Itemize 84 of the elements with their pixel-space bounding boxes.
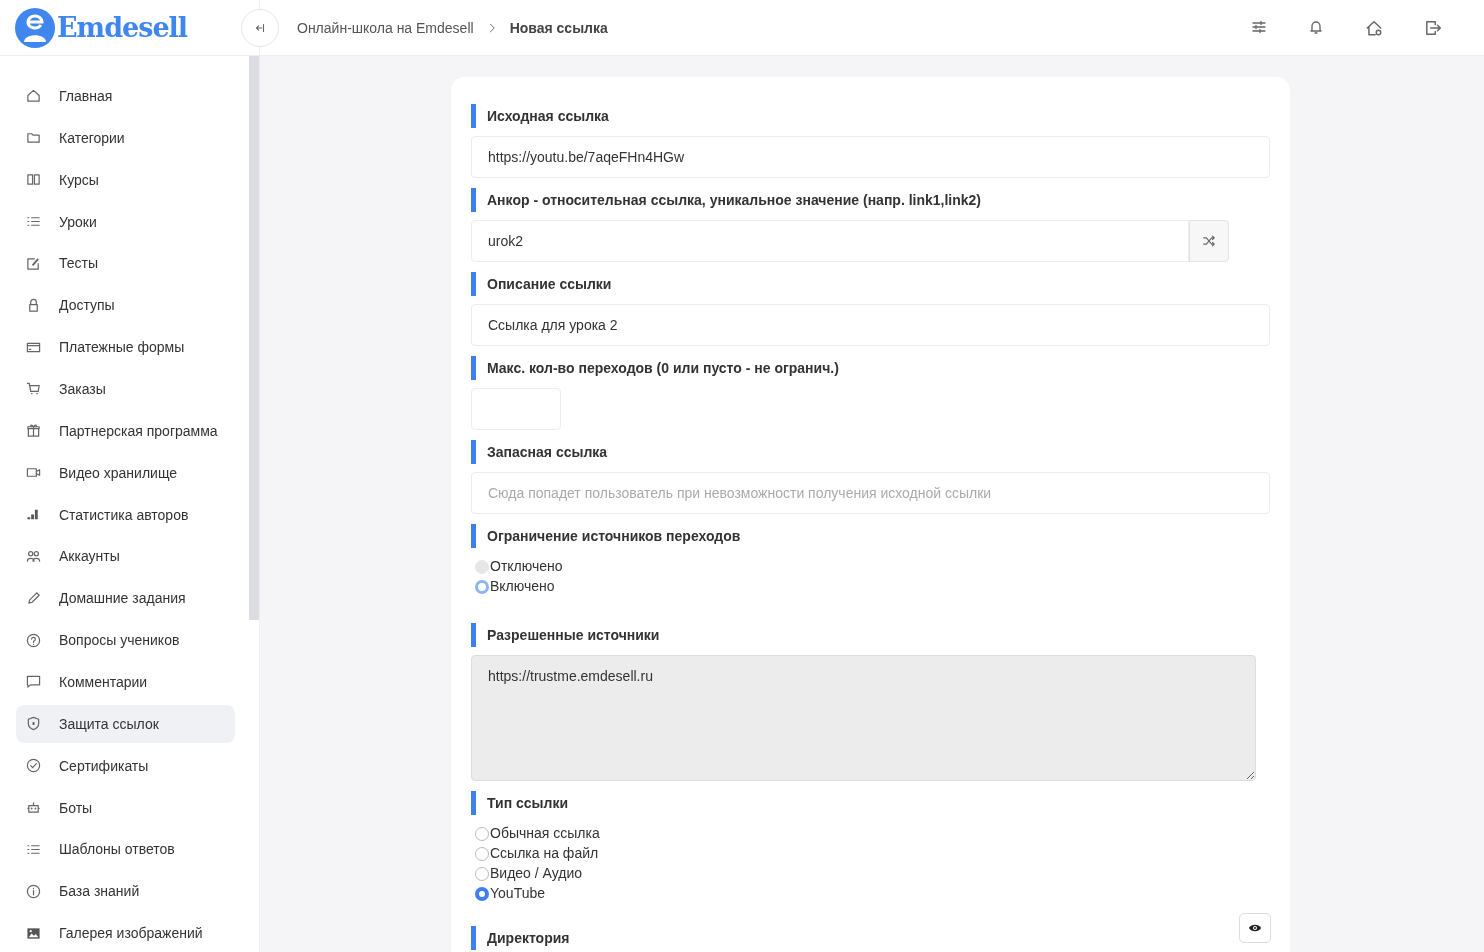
notifications-button[interactable]: [1308, 18, 1324, 37]
radio-button[interactable]: [475, 867, 489, 881]
field-label: Исходная ссылка: [487, 108, 609, 124]
sidebar-item[interactable]: Категории: [16, 118, 235, 157]
field-label: Тип ссылки: [487, 795, 568, 811]
sidebar-item[interactable]: Главная: [16, 77, 235, 115]
sidebar-item[interactable]: Домашние задания: [16, 579, 235, 618]
sliders-icon: [1251, 18, 1267, 35]
sidebar-item[interactable]: Аккаунты: [16, 537, 235, 576]
label-accent-bar: [471, 440, 476, 464]
book-icon: [26, 172, 41, 188]
logo-text: Emdesell: [57, 12, 188, 43]
label-accent-bar: [471, 791, 476, 815]
home-gear-icon: [1365, 18, 1383, 37]
current-page-title: Новая ссылка: [509, 19, 608, 36]
label-accent-bar: [471, 272, 476, 296]
field-label: Ограничение источников переходов: [487, 528, 741, 544]
input-field[interactable]: Сюда попадет пользователь при невозможности получения исходной ссылки: [471, 472, 1270, 514]
sidebar-item[interactable]: Доступы: [16, 286, 235, 325]
sidebar-item[interactable]: Шаблоны ответов: [16, 830, 235, 869]
pencil-icon: [26, 590, 41, 606]
label-accent-bar: [471, 104, 476, 128]
sidebar-item[interactable]: Партнерская программа: [16, 411, 235, 450]
sidebar-item[interactable]: Боты: [16, 788, 235, 827]
sidebar-item[interactable]: Заказы: [16, 370, 235, 408]
input-field[interactable]: urok2: [471, 220, 1189, 262]
gift-icon: [26, 423, 41, 439]
scrollbar-thumb[interactable]: [249, 56, 259, 620]
radio-label[interactable]: Обычная ссылка: [490, 825, 600, 841]
visibility-button[interactable]: [1239, 913, 1271, 943]
sidebar-item[interactable]: Уроки: [16, 202, 235, 241]
edit-icon: [26, 255, 41, 271]
label-accent-bar: [471, 524, 476, 548]
shuffle-button[interactable]: [1189, 220, 1229, 262]
check-circle-icon: [26, 758, 41, 774]
field-label: Описание ссылки: [487, 276, 612, 292]
sidebar-item[interactable]: Курсы: [16, 160, 235, 199]
input-field[interactable]: https://youtu.be/7aqeFHn4HGw: [471, 136, 1270, 178]
logout-button[interactable]: [1424, 18, 1442, 37]
field-label: Директория: [487, 930, 570, 946]
breadcrumb-link[interactable]: Онлайн-школа на Emdesell: [297, 19, 474, 36]
label-accent-bar: [471, 926, 476, 950]
robot-icon: [26, 800, 41, 816]
list-icon: [26, 214, 41, 229]
radio-label[interactable]: Видео / Аудио: [490, 865, 583, 881]
info-icon: [26, 883, 41, 899]
sidebar-item[interactable]: Вопросы учеников: [16, 621, 235, 660]
label-accent-bar: [471, 356, 476, 380]
sidebar-item[interactable]: Видео хранилище: [16, 453, 235, 492]
radio-label[interactable]: Ссылка на файл: [490, 845, 599, 861]
folder-icon: [26, 130, 41, 146]
sidebar-item[interactable]: База знаний: [16, 872, 235, 911]
sidebar-item[interactable]: Сертификаты: [16, 746, 235, 785]
bar-chart-icon: [26, 507, 41, 522]
sidebar-item[interactable]: Галерея изображений: [16, 914, 235, 952]
radio-button[interactable]: [475, 847, 489, 861]
field-label: Разрешенные источники: [487, 627, 660, 643]
sidebar-item[interactable]: Статистика авторов: [16, 495, 235, 534]
users-icon: [26, 548, 41, 564]
bell-icon: [1308, 18, 1324, 35]
sidebar-item[interactable]: Защита ссылок: [16, 704, 235, 743]
radio-button[interactable]: [475, 827, 489, 841]
radio-button[interactable]: [475, 887, 489, 901]
field-label: Анкор - относительная ссылка, уникальное значение (напр. link1,link2): [487, 192, 982, 208]
question-icon: [26, 632, 41, 648]
field-label: Макс. кол-во переходов (0 или пусто - не огранич.): [487, 360, 839, 376]
label-accent-bar: [471, 623, 476, 647]
logout-icon: [1424, 18, 1442, 37]
shield-icon: [26, 716, 41, 732]
cart-icon: [26, 381, 41, 397]
home-settings-button[interactable]: [1365, 18, 1383, 37]
comment-icon: [26, 674, 41, 690]
sidebar-item[interactable]: Платежные формы: [16, 328, 235, 366]
image-icon: [26, 925, 41, 941]
input-field[interactable]: Ссылка для урока 2: [471, 304, 1270, 346]
sidebar-item[interactable]: Тесты: [16, 244, 235, 283]
sidebar-item[interactable]: Комментарии: [16, 663, 235, 701]
label-accent-bar: [471, 188, 476, 212]
shuffle-icon: [1202, 234, 1216, 248]
field-label: Запасная ссылка: [487, 444, 608, 460]
logo-icon: [15, 7, 55, 48]
lock-icon: [26, 297, 41, 313]
radio-label[interactable]: YouTube: [490, 885, 545, 901]
home-icon: [26, 88, 41, 104]
